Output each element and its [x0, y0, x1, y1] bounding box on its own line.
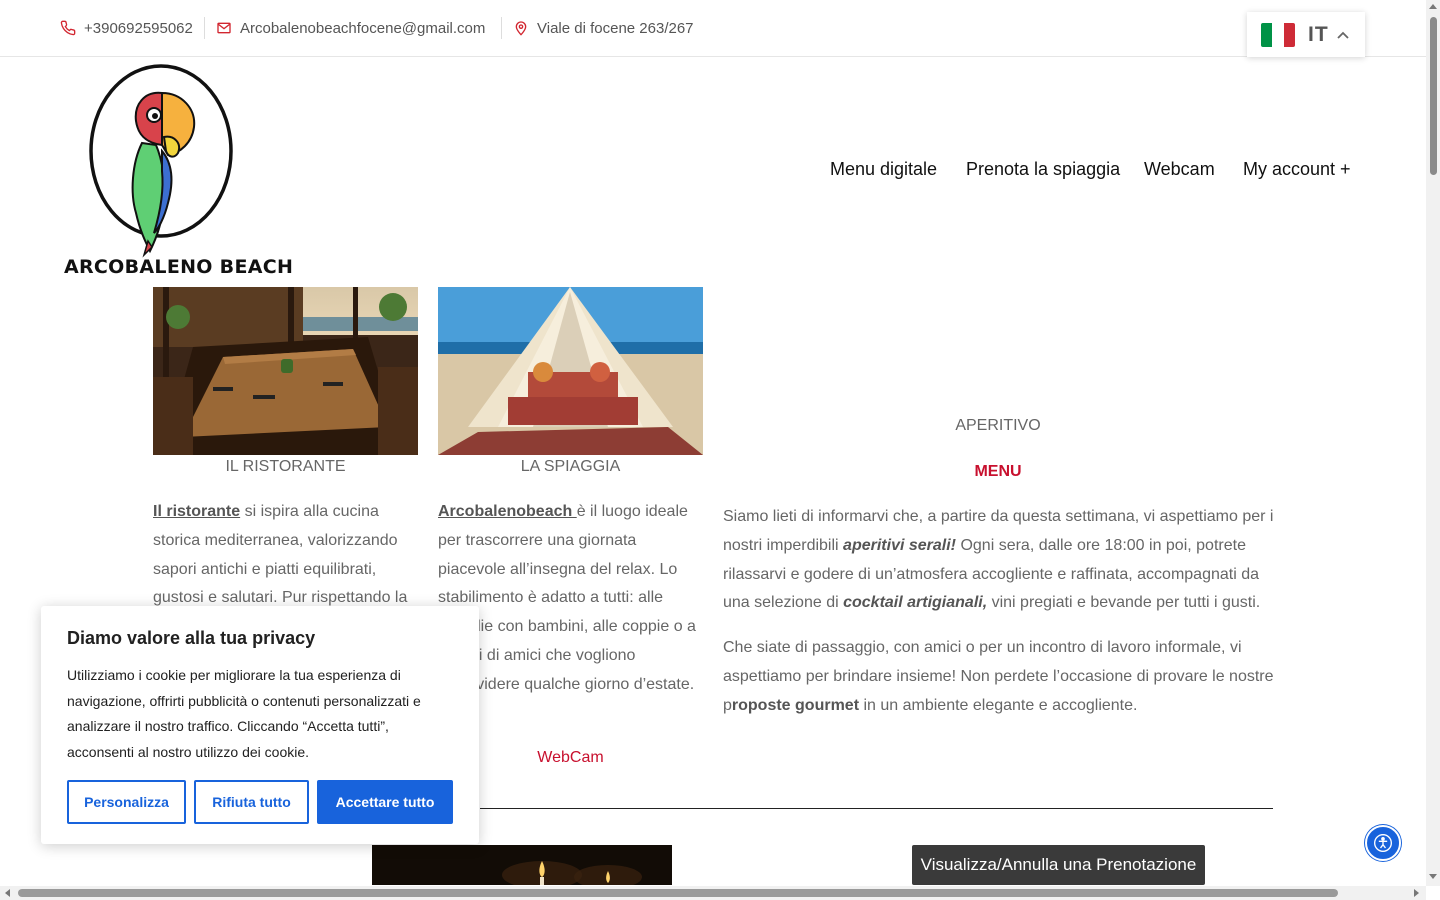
divider [204, 17, 205, 39]
reject-all-button[interactable]: Rifiuta tutto [194, 780, 309, 824]
chevron-up-icon [1337, 31, 1349, 39]
scroll-down-icon[interactable] [1429, 874, 1437, 879]
phone-contact[interactable]: +390692595062 [60, 18, 193, 38]
scroll-up-icon[interactable] [1429, 4, 1437, 9]
cookie-title: Diamo valore alla tua privacy [67, 628, 316, 648]
phone-number: +390692595062 [84, 19, 193, 37]
italy-flag-icon [1261, 22, 1295, 47]
site-logo[interactable]: ARCOBALENO BEACH [64, 63, 294, 281]
nav-item-menu-digitale[interactable]: Menu digitale [830, 159, 937, 183]
language-code: IT [1308, 22, 1329, 46]
customize-button[interactable]: Personalizza [67, 780, 186, 824]
divider [501, 17, 502, 39]
aperitivo-paragraph-1: Siamo lieti di informarvi che, a partire… [723, 508, 1274, 612]
cookie-consent-banner: Diamo valore alla tua privacy Utilizziam… [41, 606, 479, 844]
top-contact-bar: +390692595062 Arcobalenobeachfocene@gmai… [0, 0, 1426, 57]
accessibility-icon [1374, 834, 1392, 852]
aperitivo-paragraph-2: Che siate di passaggio, con amici o per … [723, 639, 1274, 714]
accept-all-button[interactable]: Accettare tutto [317, 780, 453, 824]
beach-image[interactable] [438, 287, 703, 455]
nav-item-prenota-spiaggia[interactable]: Prenota la spiaggia [966, 159, 1120, 183]
beach-link[interactable]: Arcobalenobeach [438, 503, 577, 520]
restaurant-image[interactable] [153, 287, 418, 455]
section-divider [480, 808, 1273, 809]
address-contact[interactable]: Viale di focene 263/267 [513, 18, 694, 38]
menu-link[interactable]: MENU [723, 463, 1273, 481]
candles-image [372, 845, 672, 885]
view-cancel-booking-button[interactable]: Visualizza/Annulla una Prenotazione [912, 845, 1205, 885]
location-pin-icon [515, 21, 527, 36]
restaurant-link[interactable]: Il ristorante [153, 503, 240, 520]
cookie-text: Utilizziamo i cookie per migliorare la t… [67, 667, 421, 760]
email-contact[interactable]: Arcobalenobeachfocene@gmail.com [216, 18, 485, 38]
language-switcher[interactable]: IT [1247, 12, 1365, 57]
nav-item-my-account[interactable]: My account + [1243, 159, 1351, 183]
beach-caption: LA SPIAGGIA [520, 458, 621, 475]
logo-text: ARCOBALENO BEACH [64, 256, 294, 278]
phone-icon [60, 20, 76, 36]
aperitivo-heading: APERITIVO [955, 417, 1041, 434]
accessibility-button[interactable] [1365, 825, 1401, 861]
vertical-scrollbar[interactable] [1426, 0, 1440, 886]
mail-icon [217, 22, 231, 34]
address-text: Viale di focene 263/267 [537, 19, 694, 37]
nav-item-webcam[interactable]: Webcam [1144, 159, 1215, 183]
vertical-scroll-thumb[interactable] [1430, 17, 1437, 175]
scroll-right-icon[interactable] [1414, 889, 1419, 897]
restaurant-description: Il ristorante si ispira alla cucina stor… [153, 503, 408, 607]
scroll-left-icon[interactable] [5, 889, 10, 897]
email-address: Arcobalenobeachfocene@gmail.com [240, 19, 486, 37]
horizontal-scroll-thumb[interactable] [18, 889, 1338, 897]
parrot-logo-icon [89, 64, 233, 258]
restaurant-caption: IL RISTORANTE [225, 458, 346, 475]
horizontal-scrollbar[interactable] [0, 886, 1426, 900]
